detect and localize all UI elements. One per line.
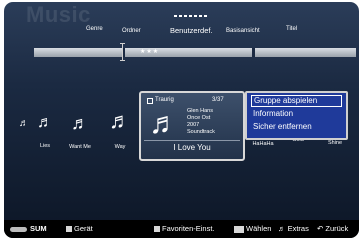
artist: Glen Hans <box>187 108 213 114</box>
menu-item-gruppe-abspielen[interactable]: Gruppe abspielen <box>251 95 342 107</box>
favorites-button[interactable]: Favoriten-Einst. <box>154 224 215 233</box>
selected-item-card[interactable]: Traurig 3/37 ♬ Glen Hans Once Ost 2007 S… <box>139 91 245 161</box>
bottom-bar: SUM Gerät Favoriten-Einst. Wählen ♬ Extr… <box>4 220 359 238</box>
item-label: Lies <box>39 143 51 149</box>
menu-item-information[interactable]: Information <box>251 108 342 120</box>
sum-button[interactable]: SUM <box>10 224 47 233</box>
item-label: Shine <box>327 140 343 146</box>
device-key-icon <box>66 226 72 233</box>
list-item[interactable]: ♬ Way <box>104 108 136 151</box>
list-item[interactable]: HaHaHa <box>247 141 279 147</box>
list-item[interactable]: ♬ Want Me <box>62 114 98 150</box>
timeline-divider <box>252 48 255 57</box>
item-counter: 3/37 <box>212 97 224 103</box>
track-metadata: Glen Hans Once Ost 2007 Soundtrack <box>187 108 215 136</box>
active-tab-indicator <box>174 15 207 17</box>
device-button[interactable]: Gerät <box>66 224 93 233</box>
tools-icon: ♬ <box>278 224 286 233</box>
tab-genre[interactable]: Genre <box>86 26 103 32</box>
music-note-icon: ♬ <box>19 118 29 129</box>
return-icon: ↶ <box>317 224 324 233</box>
rating-stars: ★★★ <box>140 49 160 55</box>
menu-item-sicher-entfernen[interactable]: Sicher entfernen <box>251 121 342 133</box>
timeline-cursor[interactable] <box>120 43 125 61</box>
tab-basisansicht[interactable]: Basisansicht <box>226 28 260 34</box>
music-note-icon: ♬ <box>149 107 179 140</box>
item-label: HaHaHa <box>252 141 274 147</box>
tab-titel[interactable]: Titel <box>286 26 297 32</box>
select-button[interactable]: Wählen <box>234 224 271 233</box>
extras-button[interactable]: ♬ Extras <box>278 224 309 233</box>
music-note-icon: ♬ <box>37 114 53 131</box>
list-item[interactable]: ♬ Lies <box>30 114 60 150</box>
card-divider <box>144 140 240 141</box>
mood-checkbox[interactable] <box>147 98 153 104</box>
album: Once Ost <box>187 115 211 121</box>
mood-label: Traurig <box>155 97 174 103</box>
year: 2007 <box>187 122 200 128</box>
genre: Soundtrack <box>187 129 215 135</box>
item-label: Want Me <box>69 144 91 150</box>
context-menu: Gruppe abspielen Information Sicher entf… <box>245 91 348 140</box>
music-browser-screen: Music Genre Ordner Benutzerdef. Basisans… <box>4 2 359 238</box>
music-note-icon: ♬ <box>71 113 89 133</box>
favorites-key-icon <box>154 226 160 233</box>
back-button[interactable]: ↶ Zurück <box>317 224 348 233</box>
list-item[interactable]: ♬ <box>18 119 30 129</box>
track-title: I Love You <box>173 143 211 152</box>
item-label: Way <box>114 144 126 150</box>
music-note-icon: ♬ <box>109 108 131 133</box>
group-timeline[interactable]: ★★★ <box>34 48 356 57</box>
tab-benutzerdef[interactable]: Benutzerdef. <box>170 26 213 35</box>
enter-key-icon <box>234 225 244 233</box>
background-title: Music <box>26 2 91 27</box>
sum-remote-icon <box>10 226 27 232</box>
tab-ordner[interactable]: Ordner <box>122 28 141 34</box>
